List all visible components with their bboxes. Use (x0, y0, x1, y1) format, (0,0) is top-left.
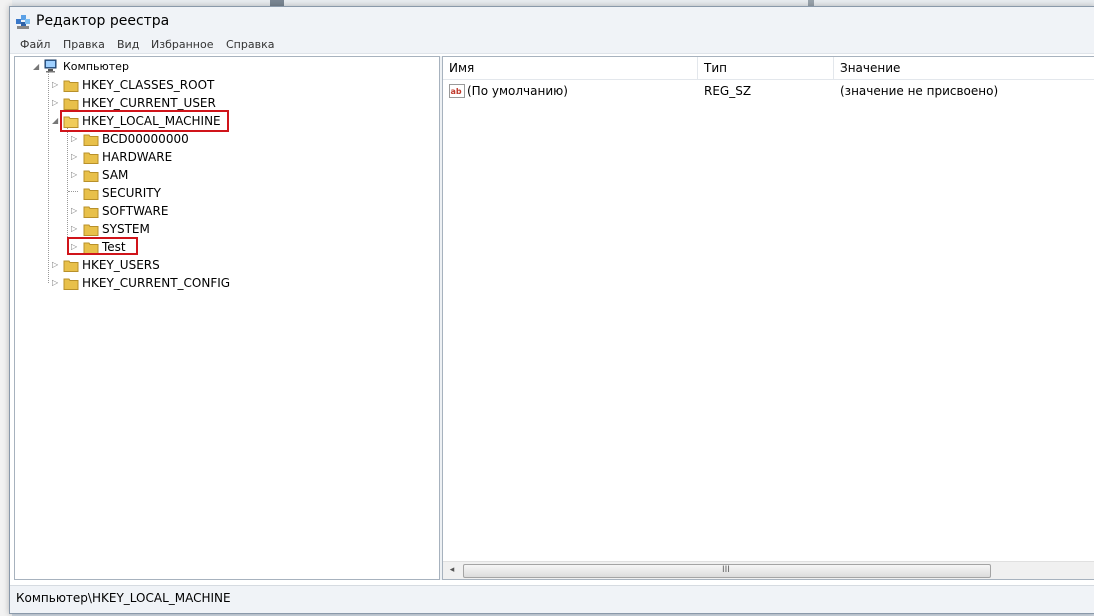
value-type: REG_SZ (704, 84, 752, 98)
column-header-row: Имя Тип Значение (443, 57, 1094, 80)
tree-node-hkey-current-user[interactable]: ▷ HKEY_CURRENT_USER (15, 95, 216, 111)
collapse-arrow-icon[interactable]: ◢ (33, 62, 41, 72)
expand-arrow-icon[interactable]: ▷ (52, 98, 60, 108)
status-path: Компьютер\HKEY_LOCAL_MACHINE (16, 591, 231, 605)
folder-icon (83, 170, 99, 182)
expand-arrow-icon[interactable]: ▷ (52, 278, 60, 288)
folder-icon (63, 278, 79, 290)
tree-node-security[interactable]: SECURITY (15, 185, 215, 201)
menu-help[interactable]: Справка (226, 38, 274, 51)
tree-node-hkey-current-config[interactable]: ▷ HKEY_CURRENT_CONFIG (15, 275, 235, 291)
expand-arrow-icon[interactable]: ▷ (71, 134, 79, 144)
tree-node-bcd[interactable]: ▷ BCD00000000 (15, 131, 215, 147)
tree-node-label: HARDWARE (102, 150, 173, 164)
tree-node-label: SYSTEM (102, 222, 150, 236)
folder-icon (83, 206, 99, 218)
tree-node-label: BCD00000000 (102, 132, 189, 146)
highlight-box-hkey-local-machine (60, 110, 229, 132)
expand-arrow-icon[interactable]: ▷ (71, 224, 79, 234)
tree-node-software[interactable]: ▷ SOFTWARE (15, 203, 215, 219)
column-header-value[interactable]: Значение (834, 57, 1094, 79)
tree-node-label: HKEY_CLASSES_ROOT (82, 78, 215, 92)
list-item[interactable]: ab (По умолчанию) REG_SZ (значение не пр… (443, 81, 1094, 101)
tree-node-computer[interactable]: ◢ Компьютер (15, 59, 215, 75)
tree-node-system[interactable]: ▷ SYSTEM (15, 221, 215, 237)
title-bar[interactable]: Редактор реестра (10, 7, 1094, 37)
horizontal-scrollbar[interactable]: ◂ III (443, 561, 1094, 579)
computer-icon (44, 59, 57, 73)
menu-bar: Файл Правка Вид Избранное Справка (10, 37, 1094, 54)
value-data: (значение не присвоено) (840, 84, 999, 98)
tree-node-label: HKEY_CURRENT_USER (82, 96, 216, 110)
menu-view[interactable]: Вид (117, 38, 139, 51)
folder-icon (63, 260, 79, 272)
svg-text:ab: ab (451, 87, 462, 96)
expand-arrow-icon[interactable]: ▷ (71, 206, 79, 216)
tree-node-hkey-users[interactable]: ▷ HKEY_USERS (15, 257, 215, 273)
menu-favorites[interactable]: Избранное (151, 38, 213, 51)
highlight-box-test (67, 237, 138, 255)
string-value-icon: ab (449, 84, 465, 98)
tree-node-label: Компьютер (63, 60, 129, 73)
scrollbar-grip: III (722, 565, 730, 575)
menu-edit[interactable]: Правка (63, 38, 105, 51)
registry-tree[interactable]: ◢ Компьютер ▷ HKEY_CLASSES_ROOT ▷ HKEY_C… (14, 56, 440, 580)
tree-node-hardware[interactable]: ▷ HARDWARE (15, 149, 215, 165)
menu-file[interactable]: Файл (20, 38, 50, 51)
folder-icon (83, 152, 99, 164)
tree-node-label: SAM (102, 168, 129, 182)
tree-node-label: SOFTWARE (102, 204, 169, 218)
tree-node-hkey-classes-root[interactable]: ▷ HKEY_CLASSES_ROOT (15, 77, 215, 93)
tree-node-label: HKEY_CURRENT_CONFIG (82, 276, 231, 290)
scrollbar-thumb[interactable]: III (463, 564, 991, 578)
folder-icon (63, 80, 79, 92)
registry-editor-window: Редактор реестра Файл Правка Вид Избранн… (9, 6, 1094, 614)
status-bar: Компьютер\HKEY_LOCAL_MACHINE (10, 585, 1094, 613)
folder-icon (83, 224, 99, 236)
folder-icon (83, 134, 99, 146)
scroll-left-arrow-icon[interactable]: ◂ (445, 564, 459, 577)
expand-arrow-icon[interactable]: ▷ (71, 170, 79, 180)
tree-node-label: HKEY_USERS (82, 258, 160, 272)
expand-arrow-icon[interactable]: ▷ (71, 152, 79, 162)
folder-icon (63, 98, 79, 110)
collapse-arrow-icon[interactable]: ◢ (52, 116, 60, 126)
values-list[interactable]: Имя Тип Значение ab (По умолчанию) REG_S… (442, 56, 1094, 580)
registry-editor-icon (16, 15, 30, 29)
expand-arrow-icon[interactable]: ▷ (52, 80, 60, 90)
column-header-name[interactable]: Имя (443, 57, 698, 79)
expand-arrow-icon[interactable]: ▷ (52, 260, 60, 270)
tree-node-label: SECURITY (102, 186, 161, 200)
column-header-type[interactable]: Тип (698, 57, 834, 79)
value-name: (По умолчанию) (467, 84, 568, 98)
folder-icon (83, 188, 99, 200)
window-title: Редактор реестра (36, 13, 170, 29)
tree-node-sam[interactable]: ▷ SAM (15, 167, 215, 183)
